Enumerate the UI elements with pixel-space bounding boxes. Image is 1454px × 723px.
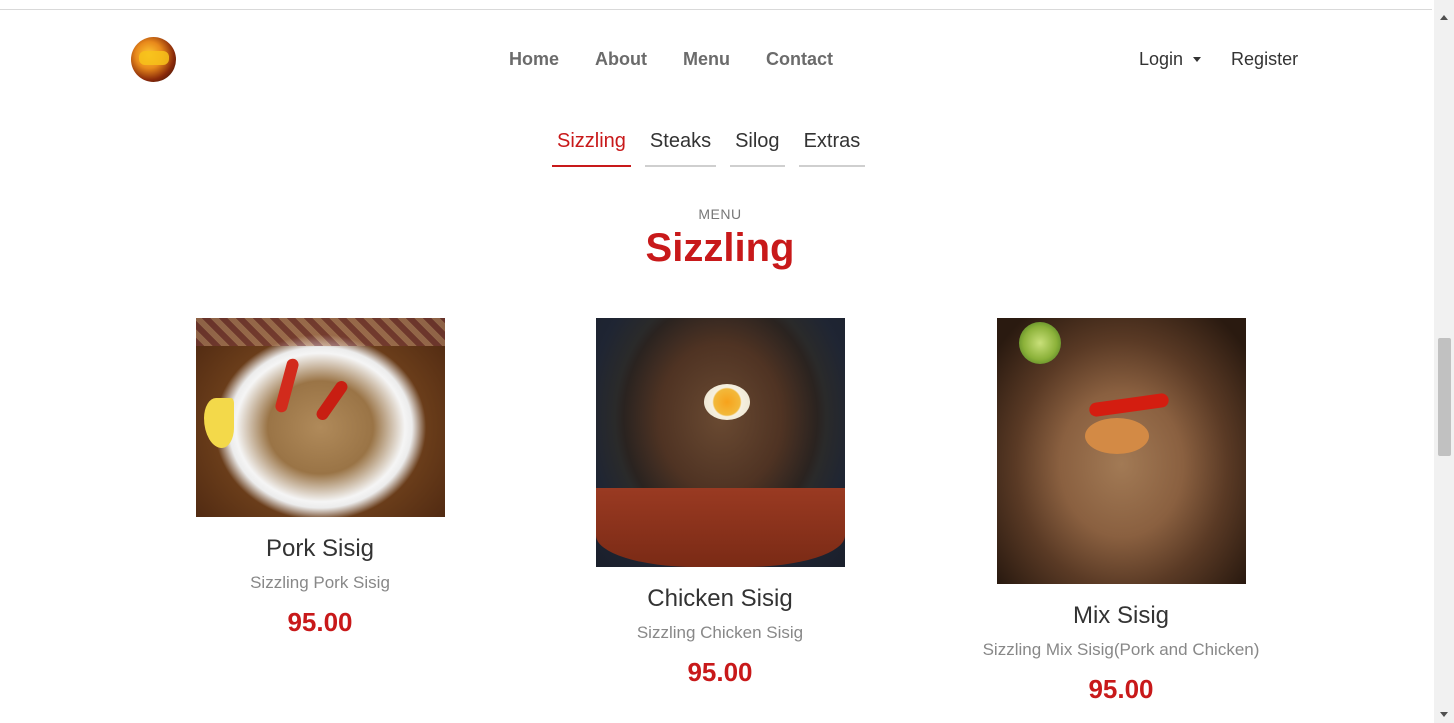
chili-garnish (1087, 392, 1170, 418)
chicken-sisig-image (595, 318, 845, 567)
category-tabs: Sizzling Steaks Silog Extras (552, 130, 879, 167)
menu-card[interactable]: Pork Sisig Sizzling Pork Sisig 95.00 (170, 318, 470, 638)
auth-nav: Login Register (1139, 49, 1298, 70)
scroll-thumb[interactable] (1438, 338, 1451, 456)
menu-card[interactable]: Chicken Sisig Sizzling Chicken Sisig 95.… (570, 318, 870, 688)
section-title: Sizzling (645, 226, 795, 270)
caret-down-icon (1193, 57, 1202, 62)
mat-texture (195, 318, 445, 346)
main-nav: Home About Menu Contact (509, 49, 869, 70)
item-price: 95.00 (287, 607, 353, 637)
scroll-up-icon[interactable] (1440, 15, 1448, 20)
top-divider (0, 9, 1432, 10)
item-description: Sizzling Pork Sisig (250, 573, 390, 592)
register-link[interactable]: Register (1231, 49, 1298, 70)
tab-extras[interactable]: Extras (798, 130, 866, 167)
page-scrollbar[interactable] (1434, 0, 1454, 723)
item-name: Mix Sisig (1072, 602, 1169, 629)
tab-steaks[interactable]: Steaks (644, 130, 717, 167)
item-price: 95.00 (687, 657, 753, 687)
logo-badge (139, 51, 169, 65)
wooden-board (595, 488, 845, 567)
chili-garnish (273, 357, 300, 414)
login-dropdown[interactable]: Login (1139, 49, 1202, 70)
item-description: Sizzling Mix Sisig(Pork and Chicken) (982, 640, 1260, 659)
sauce-topping (1084, 418, 1149, 454)
item-name: Chicken Sisig (647, 585, 793, 612)
tab-sizzling[interactable]: Sizzling (552, 130, 631, 167)
item-name: Pork Sisig (265, 535, 375, 562)
tab-silog[interactable]: Silog (730, 130, 785, 167)
chili-garnish (313, 378, 350, 423)
lemon-garnish (203, 398, 234, 448)
mix-sisig-image (996, 318, 1246, 584)
nav-menu[interactable]: Menu (683, 49, 730, 70)
calamansi-garnish (1018, 322, 1061, 364)
egg-topping (703, 384, 750, 420)
menu-card[interactable]: Mix Sisig Sizzling Mix Sisig(Pork and Ch… (946, 318, 1296, 705)
section-label: MENU (698, 206, 742, 222)
item-price: 95.00 (1088, 674, 1154, 704)
nav-contact[interactable]: Contact (766, 49, 833, 70)
login-label: Login (1139, 49, 1184, 69)
nav-home[interactable]: Home (509, 49, 559, 70)
scroll-down-icon[interactable] (1440, 712, 1448, 717)
item-description: Sizzling Chicken Sisig (636, 623, 804, 642)
brand-logo[interactable] (131, 37, 176, 82)
pork-sisig-image (195, 318, 445, 517)
nav-about[interactable]: About (595, 49, 647, 70)
